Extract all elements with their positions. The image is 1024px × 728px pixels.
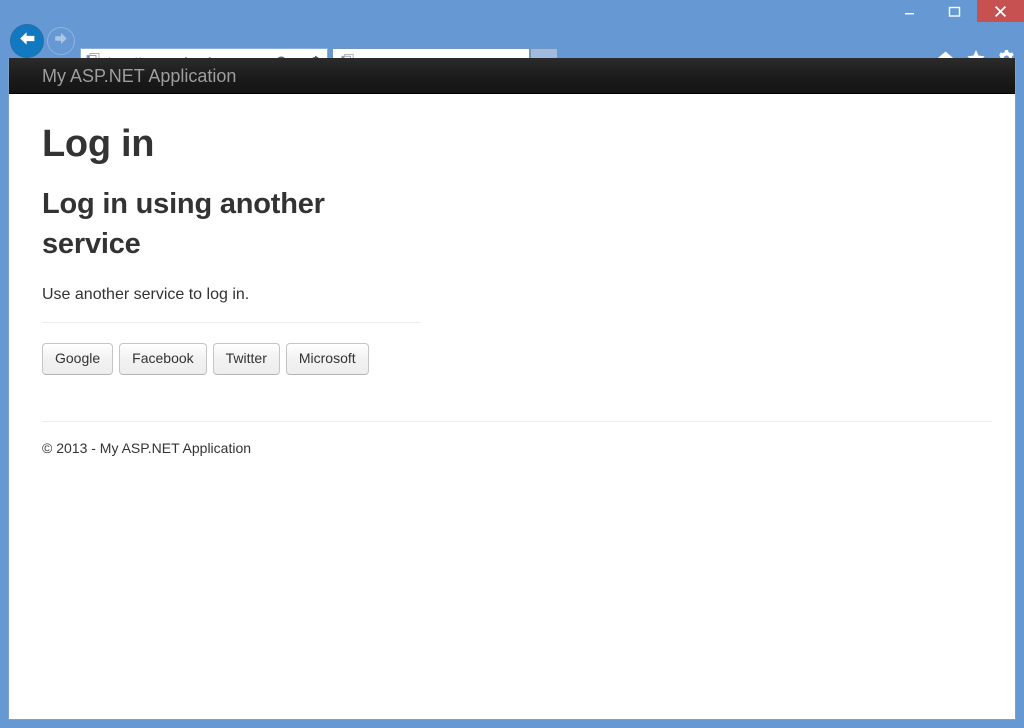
close-button[interactable] <box>977 0 1024 22</box>
login-provider-twitter-button[interactable]: Twitter <box>212 343 280 375</box>
close-icon <box>994 5 1007 18</box>
page-title: Log in <box>42 123 155 165</box>
provider-buttons-group: Google Facebook Twitter Microsoft <box>42 343 990 375</box>
window-controls <box>887 0 1024 22</box>
minimize-icon <box>904 6 915 17</box>
maximize-button[interactable] <box>932 0 977 22</box>
navigation-toolbar: http://www.wingtiptoys.com/ <box>0 22 1024 78</box>
footer-divider <box>42 421 992 422</box>
site-brand[interactable]: My ASP.NET Application <box>42 66 236 86</box>
forward-button[interactable] <box>47 27 75 55</box>
minimize-button[interactable] <box>887 0 932 22</box>
footer-copyright: © 2013 - My ASP.NET Application <box>42 440 252 456</box>
section-heading: Log in using another service <box>42 188 325 260</box>
content-container: Log in Log in using another service Use … <box>9 122 1015 457</box>
section-description: Use another service to log in. <box>42 286 250 303</box>
browser-window: http://www.wingtiptoys.com/ <box>0 0 1024 728</box>
section-divider <box>42 322 421 323</box>
maximize-icon <box>948 5 961 18</box>
arrow-left-icon <box>18 30 37 52</box>
login-provider-microsoft-button[interactable]: Microsoft <box>285 343 369 375</box>
page-viewport: My ASP.NET Application Log in Log in usi… <box>8 58 1016 720</box>
login-provider-facebook-button[interactable]: Facebook <box>119 343 207 375</box>
site-navbar: My ASP.NET Application <box>9 58 1015 94</box>
arrow-right-icon <box>53 31 69 51</box>
login-provider-google-button[interactable]: Google <box>42 343 114 375</box>
back-button[interactable] <box>10 24 44 58</box>
